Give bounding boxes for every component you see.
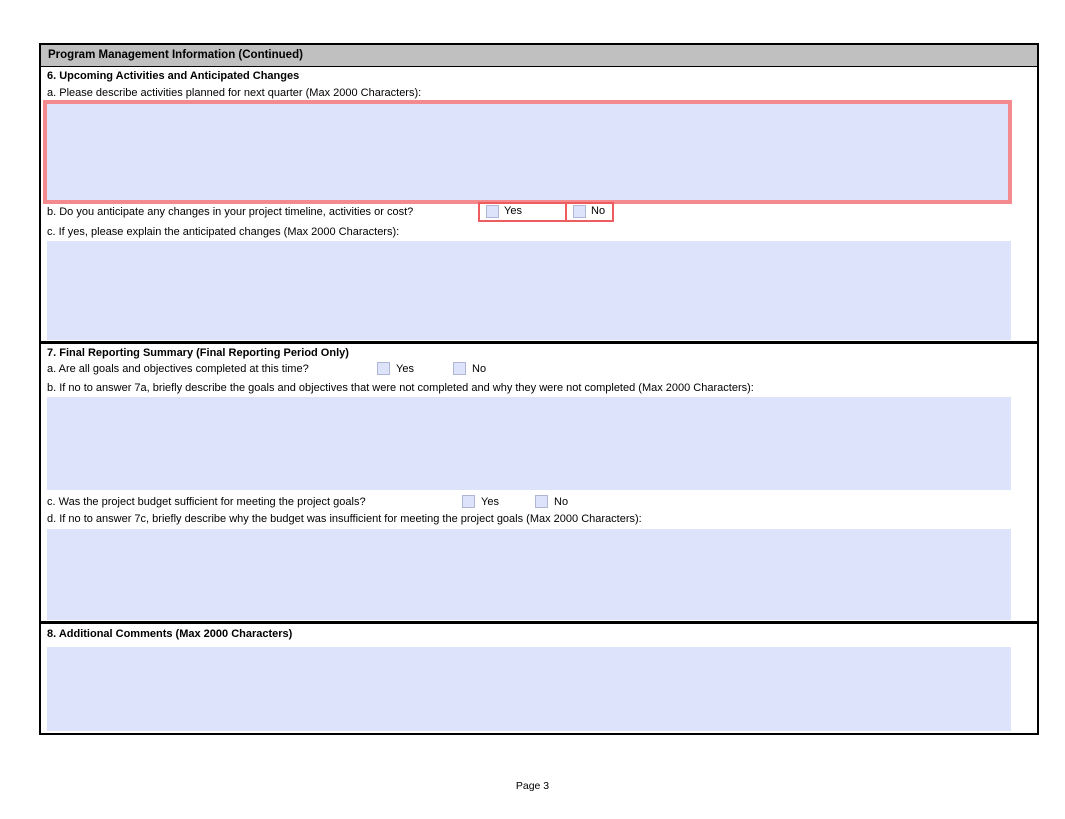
section7-separator <box>39 341 1039 344</box>
question-6b-label: b. Do you anticipate any changes in your… <box>47 206 413 218</box>
question-7c-label: c. Was the project budget sufficient for… <box>47 496 366 508</box>
question-6b-yes-cell: Yes <box>480 204 567 220</box>
form-section-header: Program Management Information (Continue… <box>41 45 1037 67</box>
question-6b-no-checkbox[interactable] <box>573 205 586 218</box>
question-6c-textarea[interactable] <box>47 241 1011 340</box>
question-7c-no-checkbox[interactable] <box>535 495 548 508</box>
question-6b-yes-label: Yes <box>504 205 522 217</box>
question-7a-yes-checkbox[interactable] <box>377 362 390 375</box>
question-6b-no-cell: No <box>567 204 612 220</box>
form-page: Program Management Information (Continue… <box>0 0 1065 819</box>
question-6b-no-label: No <box>591 205 605 217</box>
question-7a-yes-label: Yes <box>396 363 414 375</box>
question-6c-label: c. If yes, please explain the anticipate… <box>47 226 399 238</box>
question-6b-required-group: Yes No <box>478 202 614 222</box>
question-7a-no-label: No <box>472 363 486 375</box>
question-7c-no-label: No <box>554 496 568 508</box>
section8-separator <box>39 621 1039 624</box>
section8-title: 8. Additional Comments (Max 2000 Charact… <box>47 628 292 640</box>
question-7d-label: d. If no to answer 7c, briefly describe … <box>47 513 642 525</box>
question-7a-label: a. Are all goals and objectives complete… <box>47 363 309 375</box>
question-6a-textarea[interactable] <box>43 100 1012 204</box>
question-6a-label: a. Please describe activities planned fo… <box>47 87 421 99</box>
section6-title: 6. Upcoming Activities and Anticipated C… <box>47 70 299 82</box>
question-7c-yes-checkbox[interactable] <box>462 495 475 508</box>
question-7b-label: b. If no to answer 7a, briefly describe … <box>47 382 754 394</box>
question-7d-textarea[interactable] <box>47 529 1011 620</box>
section7-title: 7. Final Reporting Summary (Final Report… <box>47 347 349 359</box>
question-7b-textarea[interactable] <box>47 397 1011 490</box>
page-number: Page 3 <box>0 780 1065 792</box>
question-7a-no-checkbox[interactable] <box>453 362 466 375</box>
question-7c-yes-label: Yes <box>481 496 499 508</box>
section8-comments-textarea[interactable] <box>47 647 1011 731</box>
question-6b-yes-checkbox[interactable] <box>486 205 499 218</box>
